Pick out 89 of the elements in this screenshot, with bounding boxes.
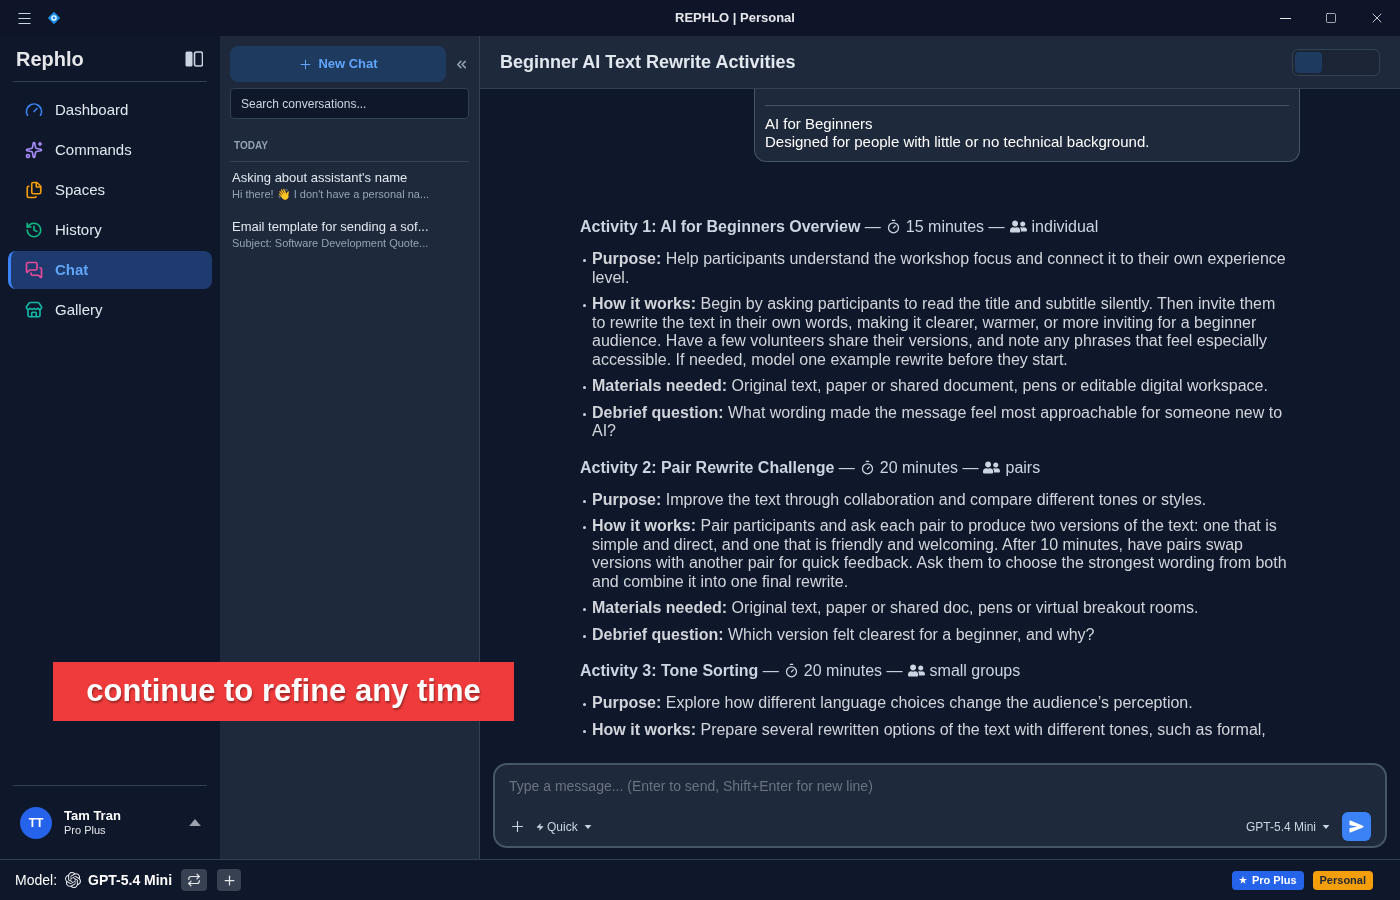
activity-point: Materials needed: Original text, paper or shared doc, pens or virtual breakout rooms. xyxy=(592,599,1200,618)
group-label: TODAY xyxy=(234,140,268,151)
switch-model-button[interactable] xyxy=(181,869,208,891)
new-chat-button[interactable]: New Chat xyxy=(230,46,446,82)
plan-badge: Pro Plus xyxy=(1231,870,1304,890)
caret-up-icon xyxy=(189,819,201,826)
activity-heading: Activity 2: Pair Rewrite Challenge — xyxy=(580,457,855,477)
plus-icon xyxy=(221,872,237,888)
message-input[interactable]: Type a message... (Enter to send, Shift+Enter for new line) xyxy=(509,775,1371,797)
gauge-icon xyxy=(25,101,43,119)
knot-icon xyxy=(65,872,82,888)
activity-point: How it works: Prepare several rewritten options of the text with different tones, such as formal, xyxy=(592,720,1267,739)
activity-duration: 15 minutes — xyxy=(905,217,1005,236)
panel-toggle-icon[interactable] xyxy=(185,50,203,67)
bullet-icon xyxy=(583,703,586,706)
user-plan: Pro Plus xyxy=(64,822,107,837)
model-dropdown[interactable]: GPT-5.4 Mini xyxy=(1245,817,1330,836)
plus-icon xyxy=(298,56,314,72)
bullet-icon xyxy=(583,304,586,307)
activity-duration: 20 minutes — xyxy=(879,457,979,477)
bullet-icon xyxy=(583,386,586,389)
workspace-badge: Personal xyxy=(1312,870,1373,890)
activity-point: How it works: Begin by asking participants to read the title and subtitle silently. Then invite them to rewrite the text in their own words, making it clearer, warmer, or more inviting for a beginner audience. Have a few volunteers share their versions, and note any phrases that feel especially accessible. If needed, model one example rewrite before they start. xyxy=(592,295,1277,369)
brand-name: Rephlo xyxy=(16,46,84,72)
activity-duration: 20 minutes — xyxy=(803,661,903,680)
conversation-preview: Subject: Software Development Quote... xyxy=(232,236,430,251)
bullet-icon xyxy=(583,526,586,529)
conversation-title: Asking about assistant's name xyxy=(232,169,409,186)
caret-down-icon xyxy=(1322,824,1330,829)
activity-group: pairs xyxy=(1005,457,1041,477)
people-icon xyxy=(1009,219,1027,234)
caption-banner: continue to refine any time xyxy=(53,662,514,721)
window-title: REPHLO | Personal xyxy=(675,9,795,28)
documents-icon xyxy=(25,181,43,199)
search-field[interactable]: Search conversations... xyxy=(230,88,469,119)
nav-item[interactable]: Spaces xyxy=(8,171,212,209)
activity-point: Materials needed: Original text, paper or shared document, pens or editable digital workspace. xyxy=(592,377,1269,396)
activity-group: small groups xyxy=(929,661,1021,680)
star-icon xyxy=(1238,876,1247,884)
sparkles-icon xyxy=(25,141,43,159)
user-name: Tam Tran xyxy=(64,808,122,823)
attach-icon[interactable] xyxy=(509,818,526,835)
nav-item[interactable]: Dashboard xyxy=(8,91,212,129)
people-icon xyxy=(983,459,1001,475)
add-model-button[interactable] xyxy=(217,869,242,891)
lightning-icon xyxy=(536,821,544,832)
activity-point: Purpose: Explore how different language choices change the audience’s perception. xyxy=(592,694,1194,713)
caret-down-icon xyxy=(583,824,592,829)
chat-bubbles-icon xyxy=(25,261,43,279)
maximize-icon xyxy=(1325,12,1337,24)
nav-item[interactable]: Chat xyxy=(8,251,212,289)
send-button[interactable] xyxy=(1342,812,1371,841)
conversation-title: Email template for sending a sof... xyxy=(232,218,430,235)
activity-group: individual xyxy=(1031,217,1099,236)
bullet-icon xyxy=(583,259,586,262)
stopwatch-icon xyxy=(783,663,799,678)
message-text: Designed for people with little or no technical background. xyxy=(765,133,1151,151)
bullet-icon xyxy=(583,412,586,416)
chat-title: Beginner AI Text Rewrite Activities xyxy=(500,50,796,74)
history-icon xyxy=(25,221,43,239)
model-name: GPT-5.4 Mini xyxy=(88,870,173,890)
conversation-item[interactable]: Asking about assistant's name Hi there! 👋 I don't have a personal na... xyxy=(230,165,469,206)
bullet-icon xyxy=(583,729,586,733)
activity-point: How it works: Pair participants and ask each pair to produce two versions of the text: one that is simple and direct, and one that is friendly and welcoming. After 10 minutes, have pairs swap versions with another pair for quick feedback. Ask them to choose the strongest wording from both and combine it into one final rewrite. xyxy=(592,517,1288,591)
activity-point: Purpose: Improve the text through collaboration and compare different tones or styles. xyxy=(592,490,1208,509)
bullet-icon xyxy=(583,608,586,611)
activity-heading: Activity 3: Tone Sorting — xyxy=(580,661,779,680)
store-icon xyxy=(25,301,43,319)
activity-point: Debrief question: Which version felt clearest for a beginner, and why? xyxy=(592,625,1096,644)
nav-item[interactable]: History xyxy=(8,211,212,249)
view-toggle[interactable] xyxy=(1292,48,1380,76)
stopwatch-icon xyxy=(885,219,901,234)
bullet-icon xyxy=(583,634,586,638)
activity-point: Debrief question: What wording made the message feel most approachable for someone new to AI? xyxy=(592,403,1284,441)
nav-item[interactable]: Gallery xyxy=(8,291,212,329)
nav-item[interactable]: Commands xyxy=(8,131,212,169)
mode-dropdown[interactable]: Quick xyxy=(536,817,592,836)
bullet-icon xyxy=(583,499,586,503)
activity-point: Purpose: Help participants understand the workshop focus and connect it to their own experience level. xyxy=(592,250,1287,287)
people-icon xyxy=(907,663,925,678)
conversation-item[interactable]: Email template for sending a sof... Subject: Software Development Quote... xyxy=(230,214,469,255)
message-text: AI for Beginners xyxy=(765,115,874,133)
send-icon xyxy=(1349,819,1364,834)
stopwatch-icon xyxy=(859,459,875,475)
activity-heading: Activity 1: AI for Beginners Overview — xyxy=(580,217,881,236)
model-label: Model: xyxy=(15,870,58,890)
minimize-icon xyxy=(1279,17,1291,19)
conversation-preview: Hi there! 👋 I don't have a personal na... xyxy=(232,187,431,202)
repeat-icon xyxy=(187,873,202,887)
